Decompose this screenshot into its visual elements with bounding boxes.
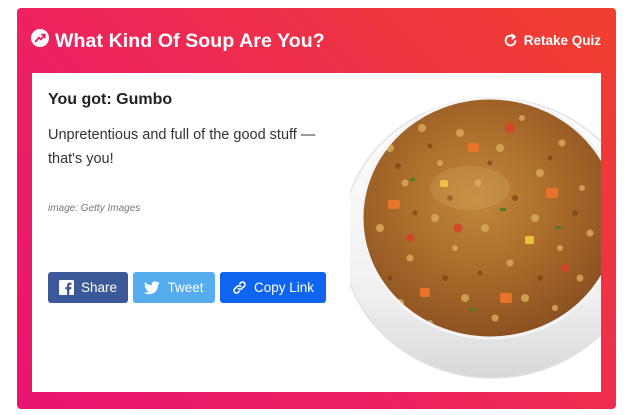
result-title: You got: Gumbo xyxy=(48,91,173,108)
trending-arrow-icon xyxy=(31,29,49,47)
facebook-share-label: Share xyxy=(80,280,118,295)
quiz-header: What Kind Of Soup Are You? Retake Quiz xyxy=(17,8,616,74)
result-panel: You got: Gumbo Unpretentious and full of… xyxy=(32,73,601,392)
copy-link-label: Copy Link xyxy=(253,280,315,295)
copy-link-button[interactable]: Copy Link xyxy=(220,272,326,303)
facebook-share-button[interactable]: Share xyxy=(48,272,128,303)
result-description: Unpretentious and full of the good stuff… xyxy=(48,127,316,167)
link-icon xyxy=(232,280,247,295)
retake-quiz-button[interactable]: Retake Quiz xyxy=(503,33,601,48)
facebook-icon xyxy=(58,280,74,295)
twitter-bird-icon xyxy=(144,280,161,295)
quiz-result-card: What Kind Of Soup Are You? Retake Quiz Y… xyxy=(17,8,616,409)
refresh-icon xyxy=(503,33,518,48)
retake-quiz-label: Retake Quiz xyxy=(523,33,601,48)
image-credit: image: Getty Images xyxy=(48,203,141,214)
twitter-share-button[interactable]: Tweet xyxy=(133,272,215,303)
quiz-title: What Kind Of Soup Are You? xyxy=(55,30,325,52)
share-buttons: Share Tweet Copy Link xyxy=(48,272,326,303)
gumbo-soup-image xyxy=(350,96,601,379)
twitter-share-label: Tweet xyxy=(167,280,204,295)
